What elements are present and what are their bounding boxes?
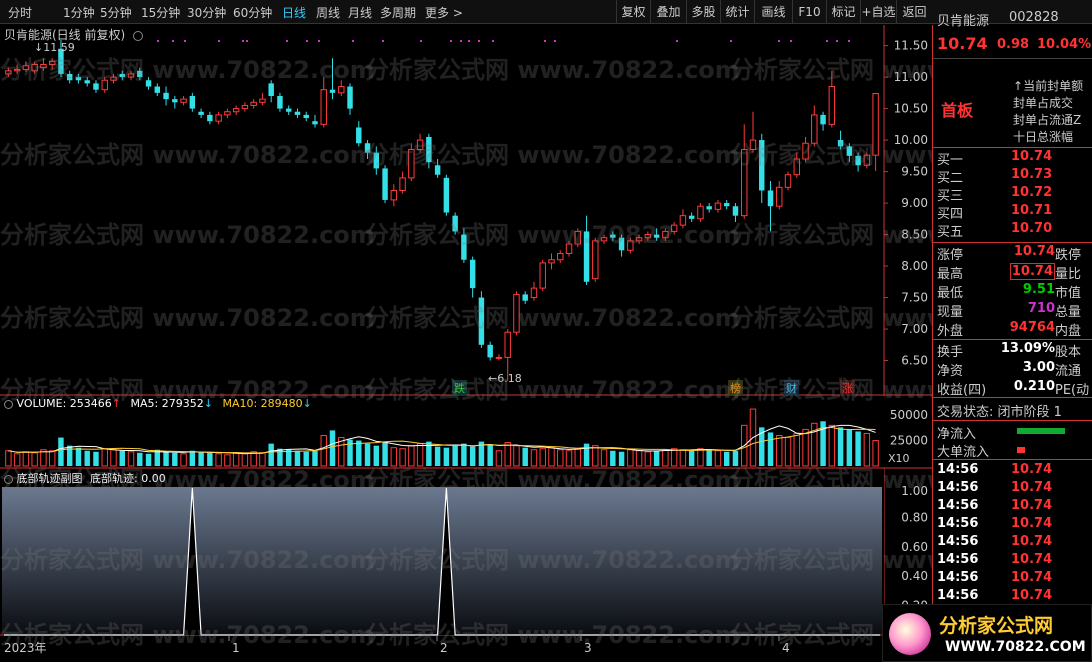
stat-row: 最高 10.74 量比 <box>937 263 1082 282</box>
flower-icon <box>889 613 931 655</box>
price-change: 0.98 <box>997 37 1030 52</box>
quote-panel: 贝肯能源 002828 10.74 0.98 10.04% 首板 ↑当前封单额 … <box>932 10 1092 662</box>
bid-row[interactable]: 买一 10.74 <box>933 149 1092 168</box>
trade-status: 交易状态: 闭市阶段 1 <box>937 405 1062 420</box>
large-inflow-bar <box>1017 447 1025 453</box>
fundamental-row: 收益(四) 0.210 PE(动 <box>937 379 1090 398</box>
tick-row: 14:56 10.74 <box>937 480 1053 495</box>
tick-row: 14:56 10.74 <box>937 552 1053 567</box>
stat-row: 最低 9.51 市值 <box>937 282 1082 301</box>
bid-row[interactable]: 买四 10.71 <box>933 203 1092 222</box>
stat-row: 现量 710 总量 <box>937 301 1082 320</box>
tick-row: 14:56 10.74 <box>937 498 1053 513</box>
large-inflow-label: 大单流入 <box>937 445 990 460</box>
watermark-layer: 分析家公式网 www.70822.com 分析家公式网 www.70822.co… <box>0 56 1092 649</box>
tick-row: 14:56 10.74 <box>937 516 1053 531</box>
net-inflow-bar <box>1017 428 1065 434</box>
price-change-pct: 10.04% <box>1037 37 1092 52</box>
board-tag: 首板 <box>941 101 974 120</box>
bid-row[interactable]: 买五 10.70 <box>933 221 1092 240</box>
bid-row[interactable]: 买三 10.72 <box>933 185 1092 204</box>
tick-row: 14:56 10.74 <box>937 534 1053 549</box>
stat-row: 涨停 10.74 跌停 <box>937 244 1082 263</box>
tick-row: 14:56 10.74 <box>937 570 1053 585</box>
fundamental-row: 净资 3.00 流通 <box>937 360 1082 379</box>
site-logo: 分析家公式网 WWW.70822.COM <box>882 604 1092 662</box>
stat-row: 外盘 94764 内盘 <box>937 320 1082 339</box>
seal-info: ↑当前封单额 封单占成交 封单占流通Z 十日总涨幅 <box>1013 79 1084 144</box>
last-price: 10.74 <box>937 34 988 53</box>
tick-row: 14:56 10.74 <box>937 462 1053 477</box>
net-inflow-label: 净流入 <box>937 427 977 442</box>
stock-name: 贝肯能源 <box>937 14 990 29</box>
stock-code: 002828 <box>1009 10 1059 25</box>
bid-row[interactable]: 买二 10.73 <box>933 167 1092 186</box>
fundamental-row: 换手 13.09% 股本 <box>937 341 1082 360</box>
